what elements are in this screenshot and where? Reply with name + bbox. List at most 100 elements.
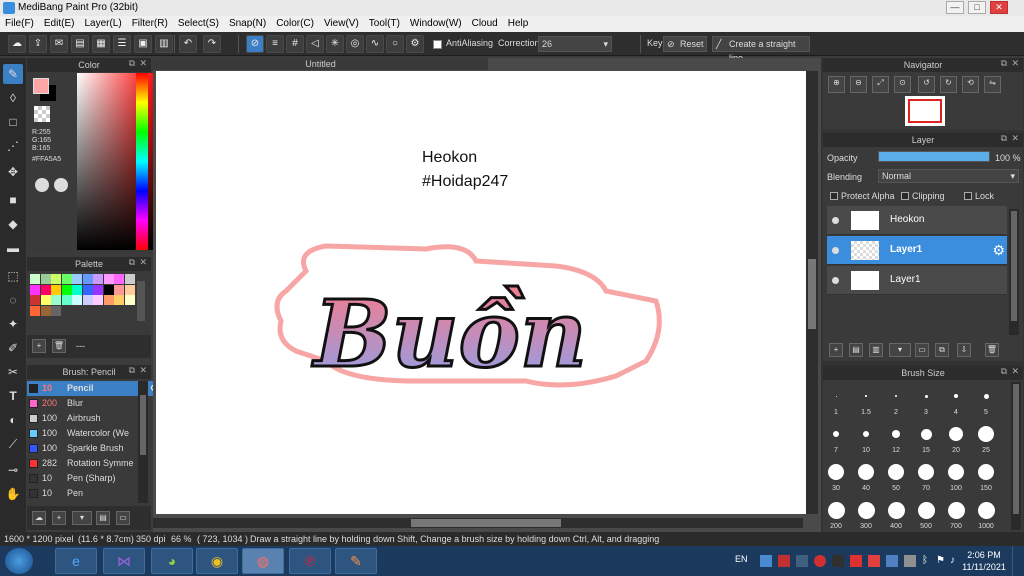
magic-wand-icon[interactable]: ✦ — [3, 314, 23, 334]
gradient-tool-icon[interactable]: ▬ — [3, 238, 23, 258]
select-pen-icon[interactable]: ✐ — [3, 338, 23, 358]
tray-icon[interactable] — [832, 555, 844, 567]
list-icon[interactable]: ☰ — [113, 35, 131, 53]
blending-select[interactable]: Normal ▾ — [878, 169, 1019, 183]
palette-swatch[interactable] — [40, 274, 51, 284]
new-halftone-layer-icon[interactable]: ▤ — [849, 343, 863, 357]
eyedropper-icon[interactable]: ⊸ — [3, 460, 23, 480]
brush-size-option[interactable]: 15 — [912, 422, 940, 458]
menu-window[interactable]: Window(W) — [405, 16, 467, 32]
protect-alpha-checkbox[interactable] — [830, 192, 838, 200]
new-layer-icon[interactable]: + — [829, 343, 843, 357]
cloud-brush-icon[interactable]: ☁ — [32, 511, 46, 525]
brush-size-scrollbar[interactable] — [1011, 382, 1021, 530]
popout-icon[interactable]: ⧉ — [1001, 366, 1007, 377]
primary-color-swatch[interactable] — [33, 78, 49, 94]
brush-size-option[interactable]: 150 — [972, 460, 1000, 496]
brush-size-option[interactable]: 500 — [912, 498, 940, 534]
palette-swatch-grid[interactable] — [30, 274, 136, 316]
page-icon[interactable]: ▦ — [92, 35, 110, 53]
brush-size-option[interactable]: 200 — [822, 498, 850, 534]
palette-swatch[interactable] — [114, 274, 124, 284]
chrome-icon[interactable]: ◉ — [196, 548, 238, 574]
palette-swatch[interactable] — [30, 284, 40, 295]
palette-swatch[interactable] — [30, 295, 40, 305]
palette-swatch[interactable] — [93, 274, 103, 284]
move-tool-icon[interactable]: ✥ — [3, 162, 23, 182]
clipping-checkbox[interactable] — [901, 192, 909, 200]
tray-icon[interactable] — [796, 555, 808, 567]
palette-swatch[interactable] — [51, 284, 61, 295]
pinterest-icon[interactable]: ℗ — [289, 548, 331, 574]
layer-row[interactable]: Heokon — [827, 206, 1007, 235]
brush-size-option[interactable]: 25 — [972, 422, 1000, 458]
brush-size-option[interactable]: 20 — [942, 422, 970, 458]
palette-swatch[interactable] — [114, 284, 124, 295]
bucket-tool-icon[interactable]: ◆ — [3, 214, 23, 234]
visibility-icon[interactable] — [832, 277, 839, 284]
brush-size-option[interactable]: 4 — [942, 384, 970, 420]
palette-swatch[interactable] — [61, 284, 72, 295]
antialiasing-checkbox[interactable] — [433, 40, 442, 49]
visual-studio-icon[interactable]: ⋈ — [103, 548, 145, 574]
rotate-right-icon[interactable]: ↻ — [940, 76, 957, 93]
palette-swatch[interactable] — [103, 295, 114, 305]
popout-icon[interactable]: ⧉ — [129, 365, 135, 376]
tray-icon[interactable] — [868, 555, 880, 567]
horizontal-scrollbar[interactable] — [153, 518, 803, 528]
panel-close-icon[interactable]: ✕ — [1011, 366, 1019, 377]
vertical-scrollbar[interactable] — [806, 71, 818, 514]
paint-icon[interactable]: ✎ — [335, 548, 377, 574]
panel-close-icon[interactable]: ✕ — [139, 365, 147, 376]
medibang-icon[interactable]: ◍ — [242, 548, 284, 574]
tray-icon[interactable] — [904, 555, 916, 567]
maximize-button[interactable]: □ — [968, 1, 986, 14]
palette-swatch[interactable] — [61, 274, 72, 284]
menu-tool[interactable]: Tool(T) — [364, 16, 405, 32]
lock-checkbox[interactable] — [964, 192, 972, 200]
cloud-icon[interactable]: ☁ — [8, 35, 26, 53]
merge-layer-icon[interactable]: ⇩ — [957, 343, 971, 357]
palette-swatch[interactable] — [93, 284, 103, 295]
brush-size-option[interactable]: 3 — [912, 384, 940, 420]
brush-settings-icon[interactable]: ▤ — [96, 511, 110, 525]
slides-icon[interactable]: ▥ — [155, 35, 173, 53]
circle-snap-icon[interactable]: ◎ — [346, 35, 364, 53]
select-eraser-icon[interactable]: ✂ — [3, 362, 23, 382]
straight-line-button[interactable]: ╱Create a straight line — [712, 36, 810, 63]
circle-icon[interactable]: ○ — [386, 35, 404, 53]
transparent-color-swatch[interactable] — [34, 106, 50, 122]
visibility-icon[interactable] — [832, 247, 839, 254]
brush-folder-icon[interactable]: ▭ — [116, 511, 130, 525]
palette-swatch[interactable] — [82, 284, 93, 295]
brush-size-option[interactable]: 70 — [912, 460, 940, 496]
brush-size-option[interactable]: 7 — [822, 422, 850, 458]
reset-button[interactable]: ⊘ Reset — [663, 36, 707, 52]
menu-layer[interactable]: Layer(L) — [79, 16, 126, 32]
brush-list-scrollbar[interactable] — [138, 381, 148, 503]
navigator-thumbnail[interactable] — [905, 96, 945, 126]
document-tab[interactable]: Untitled — [153, 58, 488, 70]
actual-size-icon[interactable]: ⊙ — [894, 76, 911, 93]
palette-swatch[interactable] — [103, 274, 114, 284]
volume-icon[interactable]: ♪ — [950, 555, 955, 566]
curve-snap-icon[interactable]: ∿ — [366, 35, 384, 53]
reset-rotation-icon[interactable]: ⟲ — [962, 76, 979, 93]
zoom-in-icon[interactable]: ⊕ — [828, 76, 845, 93]
palette-swatch[interactable] — [51, 274, 61, 284]
menu-file[interactable]: File(F) — [0, 16, 39, 32]
brush-size-option[interactable]: 300 — [852, 498, 880, 534]
drawing-canvas[interactable]: Heokon #Hoidap247 Buồn — [156, 71, 806, 514]
select-tool-icon[interactable]: ⬚ — [3, 266, 23, 286]
palette-more[interactable]: --- — [76, 341, 85, 351]
fit-icon[interactable]: ⤢ — [872, 76, 889, 93]
zoom-out-icon[interactable]: ⊖ — [850, 76, 867, 93]
brush-size-option[interactable]: 100 — [942, 460, 970, 496]
palette-swatch[interactable] — [51, 295, 61, 305]
redo-icon[interactable]: ↷ — [203, 35, 221, 53]
tray-icon[interactable] — [778, 555, 790, 567]
palette-swatch[interactable] — [82, 274, 93, 284]
panel-close-icon[interactable]: ✕ — [1011, 133, 1019, 144]
tray-icon[interactable] — [850, 555, 862, 567]
layer-row[interactable]: Layer1 — [827, 266, 1007, 295]
